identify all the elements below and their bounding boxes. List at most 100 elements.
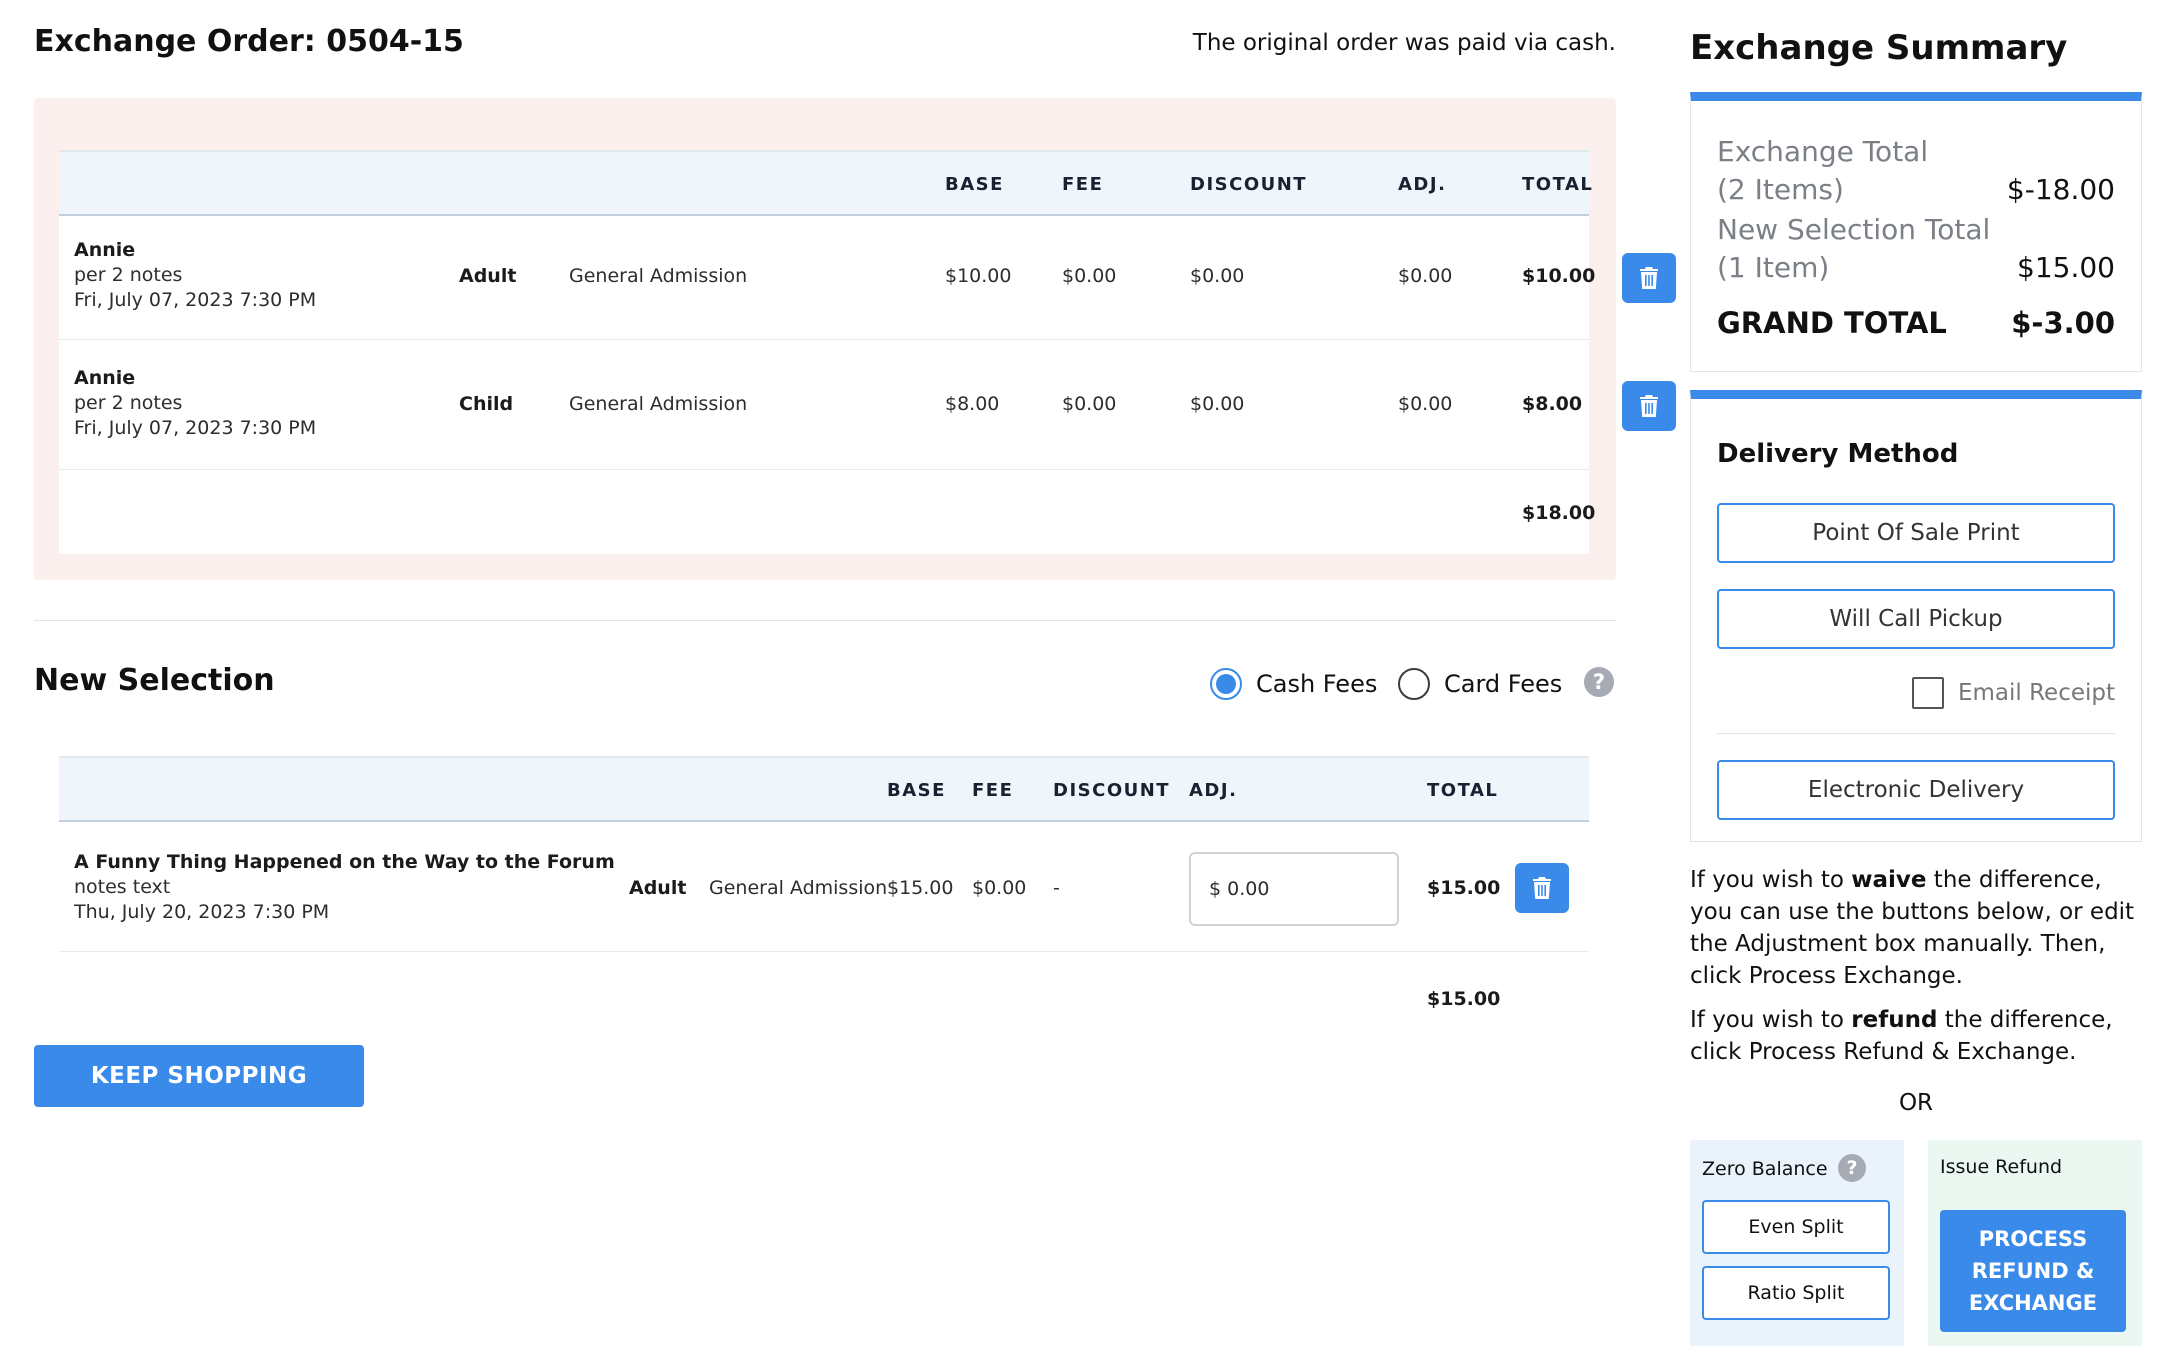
ticket-notes: per 2 notes [74, 392, 183, 414]
new-selection-total-label: New Selection Total (1 Item) [1717, 211, 1990, 287]
ticket-total: $15.00 [1427, 877, 1501, 899]
payment-note: The original order was paid via cash. [1192, 30, 1616, 56]
or-separator: OR [1898, 1090, 1934, 1116]
new-selection-subtotal: $15.00 [1427, 988, 1501, 1010]
delete-item-button[interactable] [1622, 381, 1676, 431]
ticket-type: Adult [629, 877, 687, 899]
ticket-name: Annie [74, 239, 136, 261]
col-base: BASE [887, 780, 946, 801]
ticket-info: Annie per 2 notes Fri, July 07, 2023 7:3… [74, 366, 316, 441]
ticket-fee: $0.00 [1062, 393, 1117, 415]
ticket-base: $15.00 [887, 877, 954, 899]
card-fees-radio[interactable] [1398, 668, 1430, 700]
delivery-method-panel: Delivery Method Point Of Sale Print Will… [1690, 390, 2142, 842]
ticket-info: A Funny Thing Happened on the Way to the… [74, 850, 615, 925]
exchange-total-label: Exchange Total (2 Items) [1717, 133, 1928, 209]
exchange-table: BASE FEE DISCOUNT ADJ. TOTAL Annie per 2… [59, 150, 1676, 554]
ticket-type: Adult [459, 265, 517, 287]
new-selection-title: New Selection [34, 663, 275, 698]
ticket-section: General Admission [569, 265, 748, 287]
ticket-type: Child [459, 393, 514, 415]
electronic-delivery-button[interactable]: Electronic Delivery [1717, 760, 2115, 820]
ticket-name: Annie [74, 367, 136, 389]
cash-fees-label: Cash Fees [1256, 670, 1378, 698]
delete-item-button[interactable] [1622, 253, 1676, 303]
waive-instructions: If you wish to waive the difference, you… [1690, 864, 2150, 992]
ticket-discount: $0.00 [1190, 393, 1245, 415]
summary-title: Exchange Summary [1690, 28, 2068, 68]
ticket-discount: - [1053, 877, 1060, 899]
adjustment-input[interactable]: $ 0.00 [1189, 852, 1399, 926]
table-row: Annie per 2 notes Fri, July 07, 2023 7:3… [59, 340, 1676, 470]
grand-total-value: $-3.00 [2011, 306, 2115, 340]
exchange-subtotal: $18.00 [1522, 502, 1596, 524]
col-fee: FEE [972, 780, 1014, 801]
delivery-divider [1717, 733, 2115, 734]
delete-item-button[interactable] [1515, 863, 1569, 913]
issue-refund-label: Issue Refund [1940, 1156, 2063, 1178]
refund-instructions: If you wish to refund the difference, cl… [1690, 1004, 2150, 1068]
col-discount: DISCOUNT [1190, 174, 1308, 195]
issue-refund-panel: Issue Refund PROCESS REFUND & EXCHANGE [1928, 1140, 2142, 1346]
new-selection-table-header: BASE FEE DISCOUNT ADJ. TOTAL [59, 756, 1589, 822]
ticket-base: $10.00 [945, 265, 1012, 287]
process-refund-exchange-button[interactable]: PROCESS REFUND & EXCHANGE [1940, 1210, 2126, 1332]
keep-shopping-button[interactable]: KEEP SHOPPING [34, 1045, 364, 1107]
ticket-notes: notes text [74, 876, 171, 898]
grand-total-label: GRAND TOTAL [1717, 306, 1947, 340]
table-row: Annie per 2 notes Fri, July 07, 2023 7:3… [59, 216, 1676, 340]
cash-fees-radio[interactable] [1210, 668, 1242, 700]
col-fee: FEE [1062, 174, 1104, 195]
trash-icon [1640, 395, 1658, 417]
ticket-total: $10.00 [1522, 265, 1596, 287]
col-total: TOTAL [1427, 780, 1499, 801]
zero-balance-text: Zero Balance [1702, 1158, 1828, 1180]
card-fees-option[interactable]: Card Fees [1398, 668, 1562, 700]
point-of-sale-print-button[interactable]: Point Of Sale Print [1717, 503, 2115, 563]
col-base: BASE [945, 174, 1004, 195]
refund-text-bold: refund [1851, 1007, 1938, 1033]
waive-text-bold: waive [1851, 867, 1927, 893]
zero-balance-label: Zero Balance [1702, 1158, 1828, 1180]
ticket-section: General Admission [709, 877, 888, 899]
card-fees-label: Card Fees [1444, 670, 1563, 698]
col-discount: DISCOUNT [1053, 780, 1171, 801]
question-icon[interactable]: ? [1584, 667, 1614, 697]
email-receipt-option[interactable]: Email Receipt [1911, 677, 2115, 709]
ticket-datetime: Fri, July 07, 2023 7:30 PM [74, 417, 317, 439]
delivery-method-title: Delivery Method [1717, 439, 1959, 469]
trash-icon [1640, 267, 1658, 289]
exchange-total-label-line1: Exchange Total [1717, 135, 1929, 168]
ticket-total: $8.00 [1522, 393, 1583, 415]
new-selection-total-value: $15.00 [2017, 251, 2115, 284]
refund-text-pre: If you wish to [1690, 1007, 1852, 1033]
exchange-total-label-line2: (2 Items) [1717, 173, 1844, 206]
col-adj: ADJ. [1398, 174, 1447, 195]
waive-text-pre: If you wish to [1690, 867, 1852, 893]
ticket-info: Annie per 2 notes Fri, July 07, 2023 7:3… [74, 238, 316, 313]
new-selection-total-label-line2: (1 Item) [1717, 251, 1830, 284]
col-total: TOTAL [1522, 174, 1594, 195]
email-receipt-checkbox[interactable] [1911, 677, 1944, 709]
trash-icon [1533, 877, 1551, 899]
new-selection-total-label-line1: New Selection Total [1717, 213, 1991, 246]
ticket-notes: per 2 notes [74, 264, 183, 286]
even-split-button[interactable]: Even Split [1702, 1200, 1890, 1254]
will-call-pickup-button[interactable]: Will Call Pickup [1717, 589, 2115, 649]
summary-panel: Exchange Total (2 Items) $-18.00 New Sel… [1690, 92, 2142, 372]
new-selection-table: BASE FEE DISCOUNT ADJ. TOTAL A Funny Thi… [59, 756, 1589, 1031]
zero-balance-panel: Zero Balance ? Even Split Ratio Split [1690, 1140, 1904, 1346]
ratio-split-button[interactable]: Ratio Split [1702, 1266, 1890, 1320]
cash-fees-option[interactable]: Cash Fees [1210, 668, 1377, 700]
ticket-discount: $0.00 [1190, 265, 1245, 287]
ticket-name: A Funny Thing Happened on the Way to the… [74, 851, 615, 873]
question-icon[interactable]: ? [1838, 1154, 1866, 1182]
col-adj: ADJ. [1189, 780, 1238, 801]
ticket-adj: $0.00 [1398, 265, 1453, 287]
email-receipt-label: Email Receipt [1957, 680, 2115, 706]
ticket-datetime: Fri, July 07, 2023 7:30 PM [74, 289, 317, 311]
ticket-section: General Admission [569, 393, 748, 415]
ticket-base: $8.00 [945, 393, 1000, 415]
ticket-datetime: Thu, July 20, 2023 7:30 PM [74, 901, 330, 923]
exchange-table-header: BASE FEE DISCOUNT ADJ. TOTAL [59, 150, 1592, 216]
